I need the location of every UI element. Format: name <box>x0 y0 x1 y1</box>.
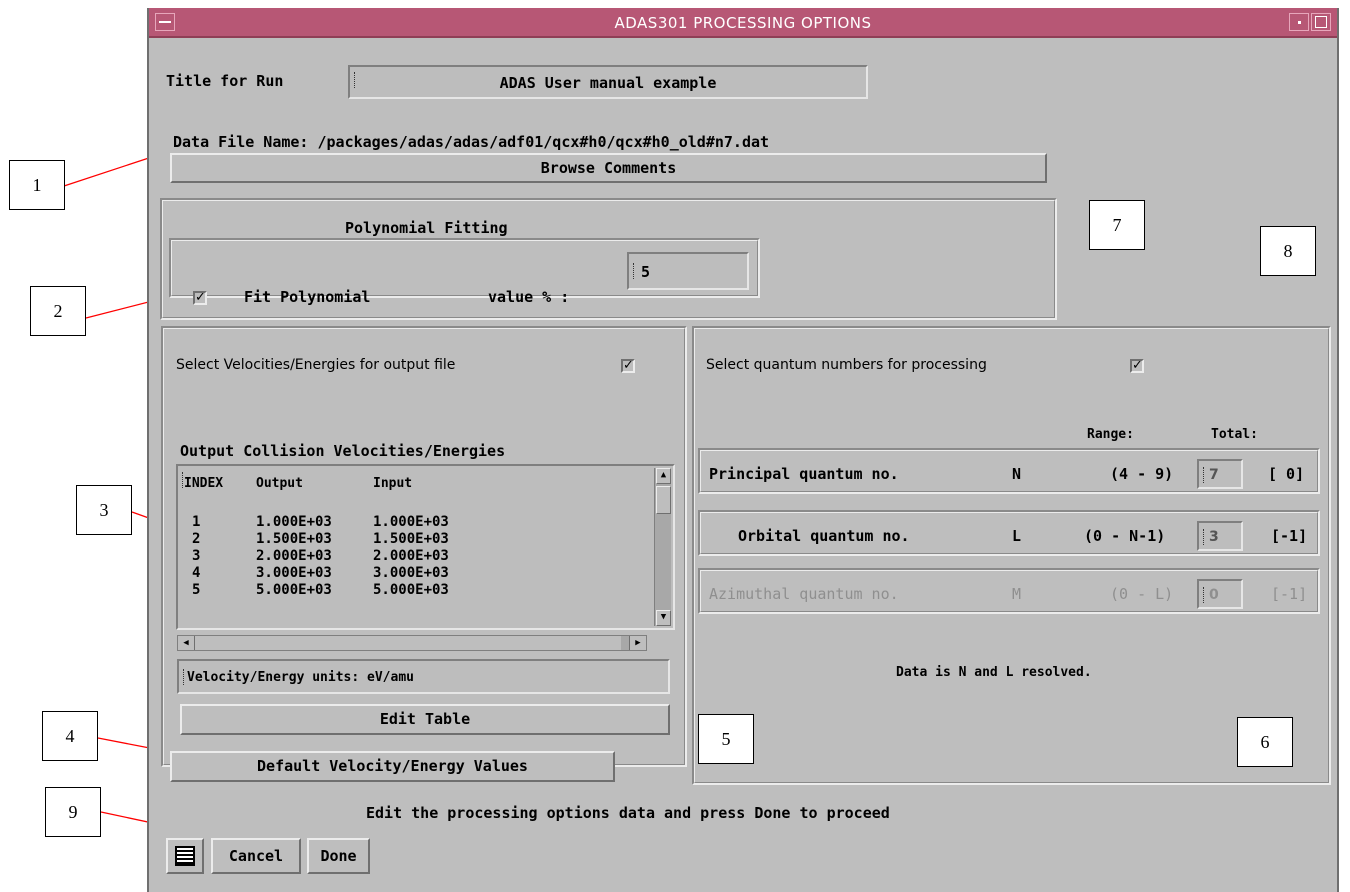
table-cell: 5.000E+03 <box>373 582 449 598</box>
table-cell: 2.000E+03 <box>256 548 332 564</box>
poly-value-input[interactable]: 5 <box>627 252 749 290</box>
orbital-quantum-range: (0 - N-1) <box>1084 527 1166 545</box>
azimuthal-quantum-label: Azimuthal quantum no. <box>709 585 899 603</box>
done-button[interactable]: Done <box>307 838 370 874</box>
output-velocities-title: Output Collision Velocities/Energies <box>180 442 506 460</box>
title-for-run-label: Title for Run <box>166 72 284 90</box>
table-cell: 1.000E+03 <box>373 514 449 530</box>
table-header: INDEX <box>184 476 224 491</box>
title-bar: ADAS301 PROCESSING OPTIONS <box>149 8 1337 38</box>
table-row[interactable]: 4 <box>192 565 200 581</box>
range-header: Range: <box>1087 427 1134 442</box>
orbital-quantum-label: Orbital quantum no. <box>738 527 910 545</box>
fit-polynomial-checkbox[interactable]: ✓ <box>193 291 207 305</box>
select-velocities-checkbox[interactable]: ✓ <box>621 359 635 373</box>
data-file-name: Data File Name: /packages/adas/adas/adf0… <box>173 133 770 151</box>
principal-quantum-total: [ 0] <box>1268 465 1305 483</box>
scroll-left-icon[interactable]: ◀ <box>178 636 195 650</box>
scroll-up-icon[interactable]: ▲ <box>656 468 671 484</box>
table-cell: 1.500E+03 <box>256 531 332 547</box>
scroll-down-icon[interactable]: ▼ <box>656 610 671 626</box>
principal-quantum-input[interactable]: 7 <box>1197 459 1243 489</box>
table-cell: 1.000E+03 <box>256 514 332 530</box>
table-cell: 5.000E+03 <box>256 582 332 598</box>
callout-2: 2 <box>30 286 86 336</box>
table-header-input: Input <box>373 476 413 491</box>
orbital-quantum-input[interactable]: 3 <box>1197 521 1243 551</box>
orbital-quantum-total: [-1] <box>1271 527 1308 545</box>
callout-3: 3 <box>76 485 132 535</box>
title-for-run-input[interactable]: ADAS User manual example <box>348 65 868 99</box>
horizontal-scrollbar[interactable]: ◀ ▶ <box>177 635 647 651</box>
azimuthal-quantum-input: 0 <box>1197 579 1243 609</box>
callout-8: 8 <box>1260 226 1316 276</box>
poly-value-label: value % : <box>488 288 570 306</box>
polynomial-fitting-title: Polynomial Fitting <box>345 219 508 237</box>
principal-quantum-symbol: N <box>1012 465 1022 483</box>
instructions-text: Edit the processing options data and pre… <box>366 804 890 822</box>
select-velocities-label: Select Velocities/Energies for output fi… <box>176 357 456 373</box>
cancel-button[interactable]: Cancel <box>211 838 301 874</box>
total-header: Total: <box>1211 427 1258 442</box>
units-field: Velocity/Energy units: eV/amu <box>177 659 670 694</box>
table-cell: 3.000E+03 <box>373 565 449 581</box>
vertical-scrollbar[interactable]: ▲ ▼ <box>654 468 671 626</box>
azimuthal-quantum-total: [-1] <box>1271 585 1308 603</box>
fit-polynomial-label: Fit Polynomial <box>244 288 371 306</box>
principal-quantum-range: (4 - 9) <box>1110 465 1174 483</box>
callout-7: 7 <box>1089 200 1145 250</box>
maximize-button[interactable] <box>1311 13 1331 31</box>
scroll-right-icon[interactable]: ▶ <box>629 636 646 650</box>
azimuthal-quantum-symbol: M <box>1012 585 1022 603</box>
table-row[interactable]: 1 <box>192 514 200 530</box>
principal-quantum-label: Principal quantum no. <box>709 465 899 483</box>
callout-4: 4 <box>42 711 98 761</box>
table-row[interactable]: 3 <box>192 548 200 564</box>
minimize-button[interactable] <box>1289 13 1309 31</box>
select-quantum-label: Select quantum numbers for processing <box>706 357 987 373</box>
window-title: ADAS301 PROCESSING OPTIONS <box>614 14 872 32</box>
select-quantum-checkbox[interactable]: ✓ <box>1130 359 1144 373</box>
table-row[interactable]: 2 <box>192 531 200 547</box>
resolved-status: Data is N and L resolved. <box>896 665 1092 680</box>
callout-9: 9 <box>45 787 101 837</box>
menu-icon[interactable] <box>166 838 204 874</box>
table-cell: 3.000E+03 <box>256 565 332 581</box>
callout-5: 5 <box>698 714 754 764</box>
callout-1: 1 <box>9 160 65 210</box>
azimuthal-quantum-range: (0 - L) <box>1110 585 1174 603</box>
edit-table-button[interactable]: Edit Table <box>180 704 670 735</box>
table-header-output: Output <box>256 476 303 491</box>
table-cell: 2.000E+03 <box>373 548 449 564</box>
table-row[interactable]: 5 <box>192 582 200 598</box>
orbital-quantum-symbol: L <box>1012 527 1022 545</box>
table-cell: 1.500E+03 <box>373 531 449 547</box>
callout-6: 6 <box>1237 717 1293 767</box>
default-values-button[interactable]: Default Velocity/Energy Values <box>170 751 615 782</box>
browse-comments-button[interactable]: Browse Comments <box>170 153 1047 183</box>
scroll-thumb[interactable] <box>656 486 671 514</box>
scroll-h-thumb[interactable] <box>195 636 621 650</box>
velocity-table[interactable]: INDEX Output Input 1 1.000E+03 1.000E+03… <box>176 464 675 630</box>
